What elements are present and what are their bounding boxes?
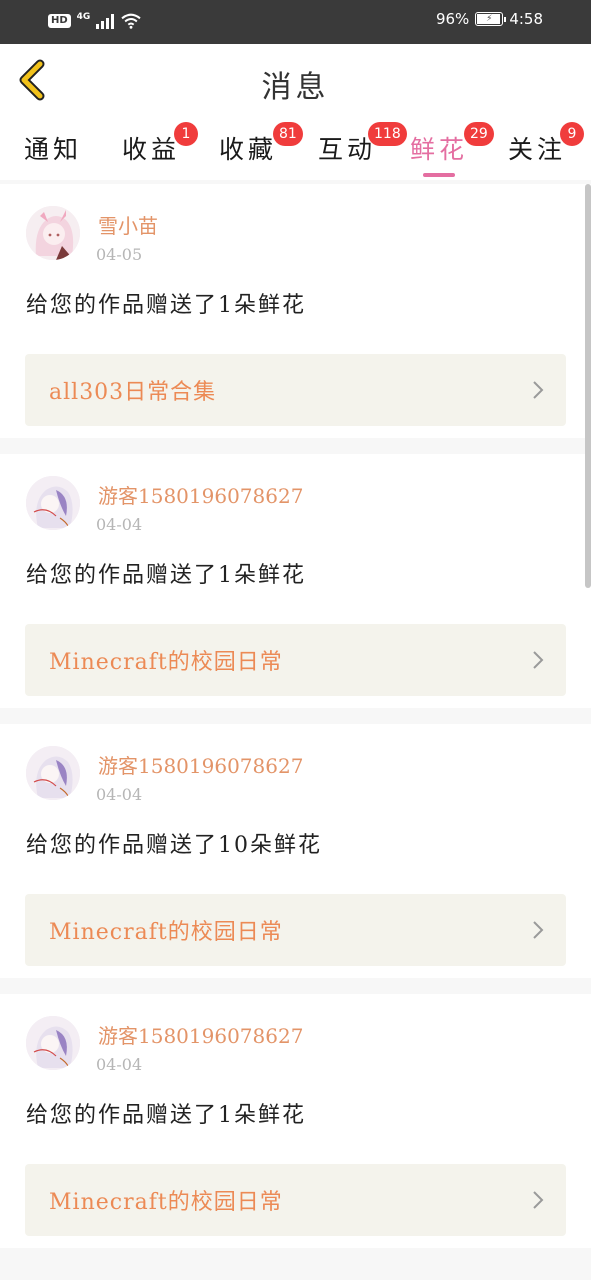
tab-label: 收益: [122, 135, 181, 164]
work-title: Minecraft的校园日常: [49, 920, 283, 945]
avatar[interactable]: [26, 206, 80, 260]
tab-follows[interactable]: 关注 9: [508, 122, 584, 166]
chevron-right-icon: [533, 651, 544, 669]
unread-badge: 118: [368, 122, 407, 146]
message-date: 04-04: [96, 1055, 143, 1074]
avatar[interactable]: [26, 746, 80, 800]
chevron-right-icon: [533, 1191, 544, 1209]
tab-label: 互动: [318, 135, 377, 164]
message-date: 04-04: [96, 785, 143, 804]
work-title: Minecraft的校园日常: [49, 650, 283, 675]
username[interactable]: 雪小苗: [98, 210, 158, 239]
message-date: 04-04: [96, 515, 143, 534]
message-card: 游客1580196078627 04-04 给您的作品赠送了1朵鲜花 Minec…: [0, 994, 591, 1248]
tab-favorites[interactable]: 收藏 81: [219, 122, 303, 166]
message-date: 04-05: [96, 245, 143, 264]
status-right: 96% ⚡ 4:58: [436, 10, 543, 28]
username[interactable]: 游客1580196078627: [98, 1020, 303, 1049]
wifi-icon: [121, 13, 141, 29]
avatar[interactable]: [26, 1016, 80, 1070]
message-card: 游客1580196078627 04-04 给您的作品赠送了1朵鲜花 Minec…: [0, 454, 591, 708]
battery-icon: ⚡: [475, 12, 507, 26]
work-title: Minecraft的校园日常: [49, 1190, 283, 1215]
tab-notifications[interactable]: 通知: [24, 130, 82, 166]
scrollbar[interactable]: [585, 184, 591, 588]
tab-label: 通知: [24, 135, 83, 164]
signal-icon: [96, 13, 115, 29]
tab-label: 鲜花: [410, 135, 469, 164]
message-card: 游客1580196078627 04-04 给您的作品赠送了10朵鲜花 Mine…: [0, 724, 591, 978]
tab-bar: 通知 收益 1 收藏 81 互动 118 鲜花 29 关注 9: [0, 116, 591, 180]
message-text: 给您的作品赠送了10朵鲜花: [26, 833, 322, 858]
network-type: 4G: [76, 12, 91, 22]
work-link[interactable]: Minecraft的校园日常: [25, 1164, 566, 1236]
tab-earnings[interactable]: 收益 1: [122, 122, 198, 166]
message-text: 给您的作品赠送了1朵鲜花: [26, 1103, 306, 1128]
unread-badge: 81: [273, 122, 303, 146]
tab-label: 收藏: [219, 135, 278, 164]
status-bar: HD 4G 96% ⚡ 4:58: [0, 0, 591, 44]
avatar[interactable]: [26, 476, 80, 530]
clock: 4:58: [509, 10, 543, 28]
chevron-right-icon: [533, 921, 544, 939]
unread-badge: 1: [174, 122, 198, 146]
tab-flowers[interactable]: 鲜花 29: [410, 122, 494, 166]
status-left: HD 4G: [48, 12, 142, 30]
page-title: 消息: [261, 70, 330, 105]
hd-indicator: HD: [48, 14, 71, 28]
charging-icon: ⚡: [486, 14, 493, 24]
work-link[interactable]: Minecraft的校园日常: [25, 894, 566, 966]
chevron-right-icon: [533, 381, 544, 399]
battery-percent: 96%: [435, 10, 470, 28]
unread-badge: 29: [464, 122, 494, 146]
active-tab-indicator: [423, 173, 455, 177]
unread-badge: 9: [560, 122, 584, 146]
work-link[interactable]: Minecraft的校园日常: [25, 624, 566, 696]
username[interactable]: 游客1580196078627: [98, 750, 303, 779]
message-text: 给您的作品赠送了1朵鲜花: [26, 293, 306, 318]
message-text: 给您的作品赠送了1朵鲜花: [26, 563, 306, 588]
message-card: 雪小苗 04-05 给您的作品赠送了1朵鲜花 all303日常合集: [0, 184, 591, 438]
tab-interactions[interactable]: 互动 118: [318, 122, 407, 166]
work-link[interactable]: all303日常合集: [25, 354, 566, 426]
username[interactable]: 游客1580196078627: [98, 480, 303, 509]
header: 消息: [0, 44, 591, 117]
work-title: all303日常合集: [49, 380, 217, 405]
tab-label: 关注: [508, 135, 567, 164]
